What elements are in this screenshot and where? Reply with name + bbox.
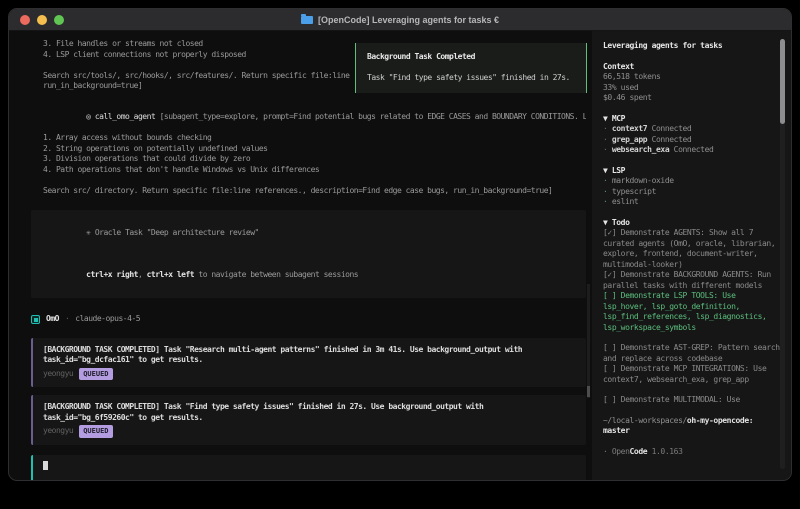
app-name-regular: Open [611,446,630,456]
folder-icon [300,13,313,24]
message-text: task_id="bg_dcfac161" to get results. [43,355,203,364]
message-text: [BACKGROUND TASK COMPLETED] Task "Find t… [43,402,484,411]
lsp-item: · eslint [603,197,639,206]
todo-item: [ ] Demonstrate MULTIMODAL: Use [603,395,740,404]
bullet-icon: · [603,176,608,185]
todo-section: ▼ Todo [✓] Demonstrate AGENTS: Show all … [603,218,780,406]
todo-item: [ ] Demonstrate AST-GREP: Pattern search… [603,343,780,363]
tool-call-args: [subagent_type=explore, prompt=Find pote… [155,112,586,121]
bullet-icon: · [603,124,608,133]
queued-badge: QUEUED [79,367,113,380]
mcp-item: · context7 Connected [603,124,692,133]
message-text: [BACKGROUND TASK COMPLETED] Task "Resear… [43,344,523,354]
mcp-section-header[interactable]: ▼ MCP [603,114,780,125]
todo-item: [ ] Demonstrate MCP INTEGRATIONS: Use co… [603,364,767,384]
workspace-repo: oh-my-opencode: [686,415,754,425]
text-cursor [43,460,48,470]
background-task-message: [BACKGROUND TASK COMPLETED] Task "Find t… [31,395,586,445]
oracle-task-title: Oracle Task "Deep architecture review" [90,227,260,237]
background-task-message: [BACKGROUND TASK COMPLETED] Task "Resear… [31,337,586,387]
toast-title: Background Task Completed [367,52,475,61]
minimize-button[interactable] [37,14,47,25]
bullet-icon: · [603,134,608,144]
zoom-button[interactable] [54,14,64,25]
workspace-branch: master [603,426,630,435]
terminal-line: 3. Division operations that could divide… [43,154,251,163]
traffic-lights [9,14,64,25]
user-label: yeongyu [43,426,74,435]
terminal-line: 1. Array access without bounds checking [43,133,212,142]
todo-section-header[interactable]: ▼ Todo [603,218,780,229]
mcp-status: Connected [669,145,714,154]
sidebar-scrollbar-thumb[interactable] [780,39,785,124]
omo-agent-icon [31,315,40,324]
user-label: yeongyu [43,368,74,378]
close-button[interactable] [20,14,30,25]
message-text: task_id="bg_6f59260c" to get results. [43,412,203,422]
terminal-line: 4. Path operations that don't handle Win… [43,164,320,174]
terminal-line: 2. String operations on potentially unde… [43,143,268,153]
mcp-status: Connected [647,124,692,133]
sidebar: Leveraging agents for tasks Context 66,5… [592,31,791,480]
todo-item-active: [ ] Demonstrate LSP TOOLS: Use lsp_hover… [603,291,767,332]
mcp-item: · grep_app Connected [603,134,692,144]
app-version-number: 1.0.163 [647,446,683,456]
terminal-line: Search src/ directory. Return specific f… [43,185,553,195]
mcp-status: Connected [647,134,692,144]
subagent-name: OmO [46,314,59,324]
queued-badge: QUEUED [79,425,113,438]
tool-call-name: call_omo_agent [94,112,156,121]
separator: · [64,314,70,324]
bullet-icon: · [603,446,612,456]
keybind-label: ctrl+x right [86,269,138,279]
workspace-path: ~/local-workspaces/oh-my-opencode: maste… [603,416,780,437]
terminal-main: 3. File handles or streams not closed 4.… [9,31,592,480]
context-used: 33% used [603,82,639,92]
workspace-path-prefix: ~/local-workspaces/ [603,415,687,425]
window-title-text: [OpenCode] Leveraging agents for tasks € [317,14,500,25]
context-heading: Context [603,61,634,71]
mcp-item: · websearch_exa Connected [603,145,714,154]
app-name-bold: Code [629,446,648,456]
session-title: Leveraging agents for tasks [603,41,723,50]
todo-item: [✓] Demonstrate BACKGROUND AGENTS: Run p… [603,270,771,290]
context-tokens: 66,518 tokens [603,72,661,81]
lsp-section: ▼ LSP · markdown-oxide · typescript · es… [603,166,780,208]
app-window: [OpenCode] Leveraging agents for tasks €… [8,8,792,481]
oracle-task-panel: ✳ Oracle Task "Deep architecture review"… [31,210,586,298]
main-scrollbar[interactable] [587,284,590,398]
subagent-session-row[interactable]: OmO · claude-opus-4-5 [31,314,586,326]
version-row: · OpenCode 1.0.163 [603,447,780,458]
todo-item: [✓] Demonstrate AGENTS: Show all 7 curat… [603,228,776,269]
lsp-item: · typescript [603,186,657,196]
keybind-hint-text: to navigate between subagent sessions [194,269,359,279]
tool-call-block: ◎ call_omo_agent [subagent_type=explore,… [43,102,586,197]
prompt-input[interactable]: OmO Opus 4.5 Anthropic [31,454,586,480]
context-section: Context 66,518 tokens 33% used $0.46 spe… [603,62,780,104]
subagent-model: claude-opus-4-5 [75,314,141,324]
toast-body: Task "Find type safety issues" finished … [367,73,570,82]
mcp-section: ▼ MCP · context7 Connected · grep_app Co… [603,114,780,156]
window-title: [OpenCode] Leveraging agents for tasks € [9,13,791,25]
bullet-icon: · [603,145,608,154]
context-spent: $0.46 spent [603,93,652,102]
bullet-icon: · [603,197,608,206]
main-scrollbar-thumb[interactable] [587,386,590,397]
lsp-section-header[interactable]: ▼ LSP [603,166,780,177]
lsp-item: · markdown-oxide [603,176,674,185]
titlebar: [OpenCode] Leveraging agents for tasks € [9,9,791,31]
bullet-icon: · [603,186,608,196]
toast-notification: Background Task Completed Task "Find typ… [355,43,587,93]
keybind-label: ctrl+x left [146,269,195,279]
